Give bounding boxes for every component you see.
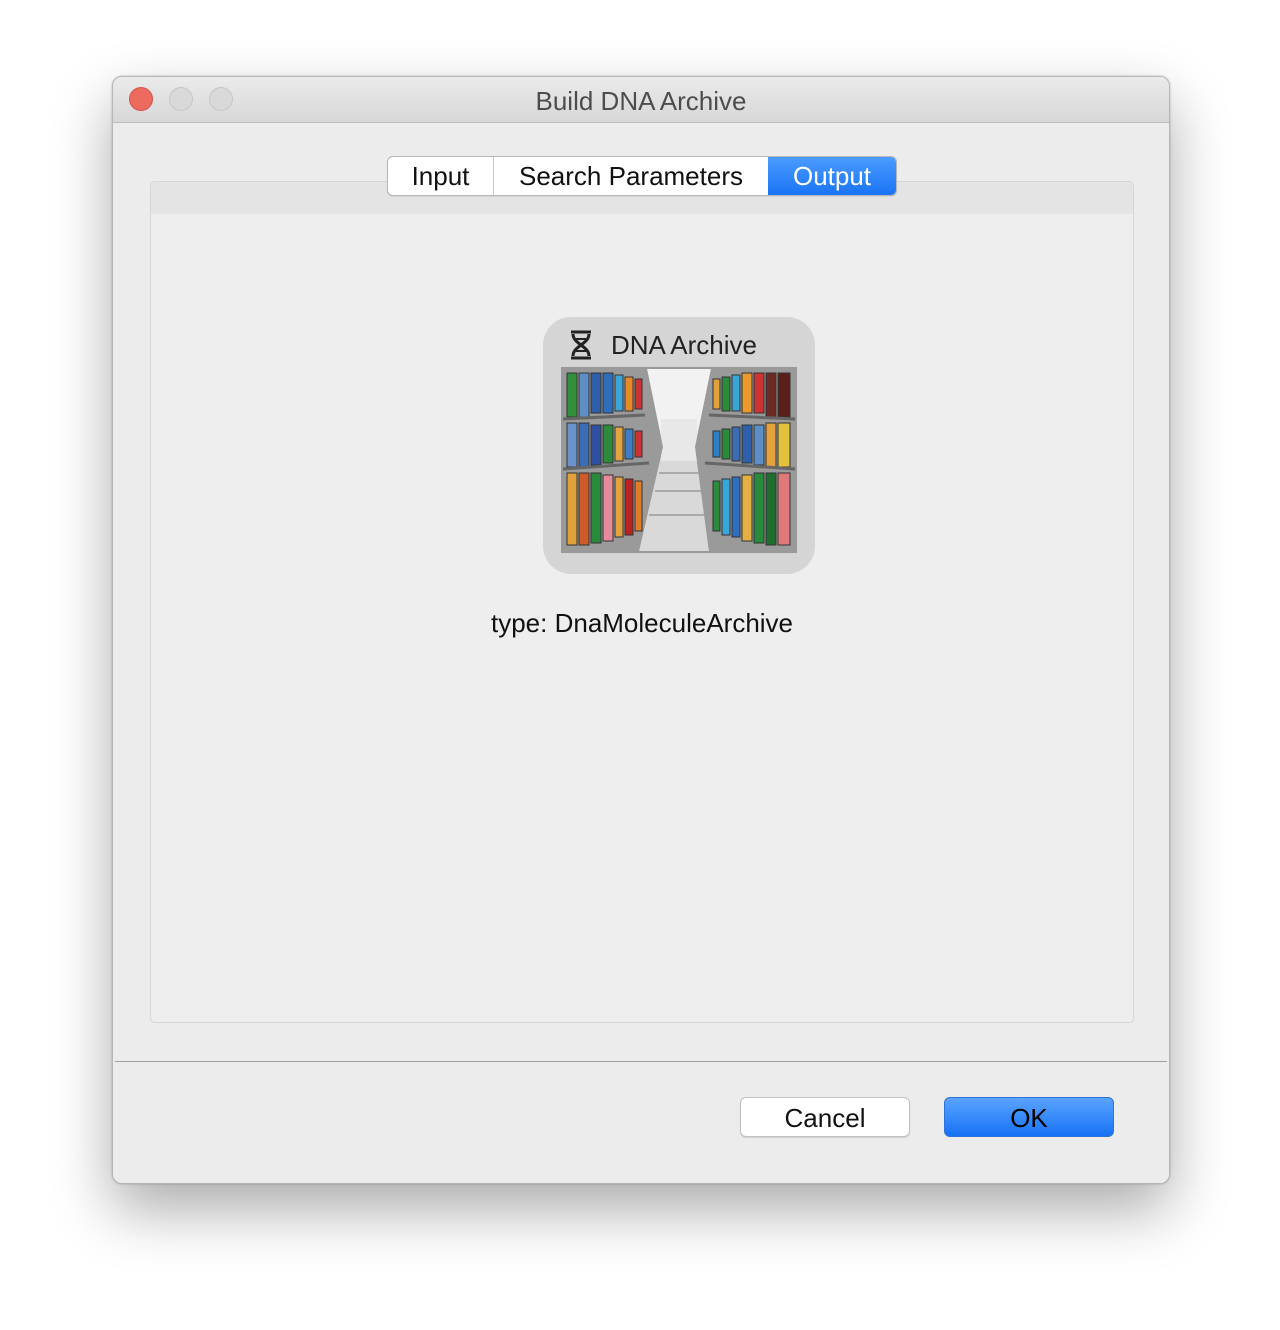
type-separator: [547, 608, 554, 638]
archive-library-image: [561, 367, 797, 553]
tab-input[interactable]: Input: [388, 157, 493, 195]
output-card-header: DNA Archive: [567, 329, 757, 361]
type-value: DnaMoleculeArchive: [554, 608, 794, 638]
cancel-button[interactable]: Cancel: [740, 1097, 910, 1137]
window-title: Build DNA Archive: [535, 86, 747, 116]
dna-icon: [571, 330, 591, 360]
bookshelf-aisle-illustration: [562, 369, 796, 551]
output-card-title: DNA Archive: [611, 329, 757, 360]
tab-bar: Input Search Parameters Output: [387, 156, 897, 196]
tab-output[interactable]: Output: [768, 157, 896, 195]
dialog-content: DNA Archive type: DnaMoleculeArchive Inp…: [115, 123, 1167, 1062]
tab-search-parameters[interactable]: Search Parameters: [493, 157, 768, 195]
type-label: type:: [490, 608, 548, 638]
output-type-line: type: DnaMoleculeArchive: [151, 608, 1133, 639]
tab-panel: DNA Archive type: DnaMoleculeArchive: [150, 181, 1134, 1023]
dialog-window: Build DNA Archive DNA Archive type: DnaM…: [112, 76, 1170, 1184]
title-bar[interactable]: Build DNA Archive: [113, 77, 1169, 123]
ok-button[interactable]: OK: [944, 1097, 1114, 1137]
output-card: DNA Archive: [543, 317, 815, 574]
dialog-footer: Cancel OK: [113, 1063, 1169, 1183]
